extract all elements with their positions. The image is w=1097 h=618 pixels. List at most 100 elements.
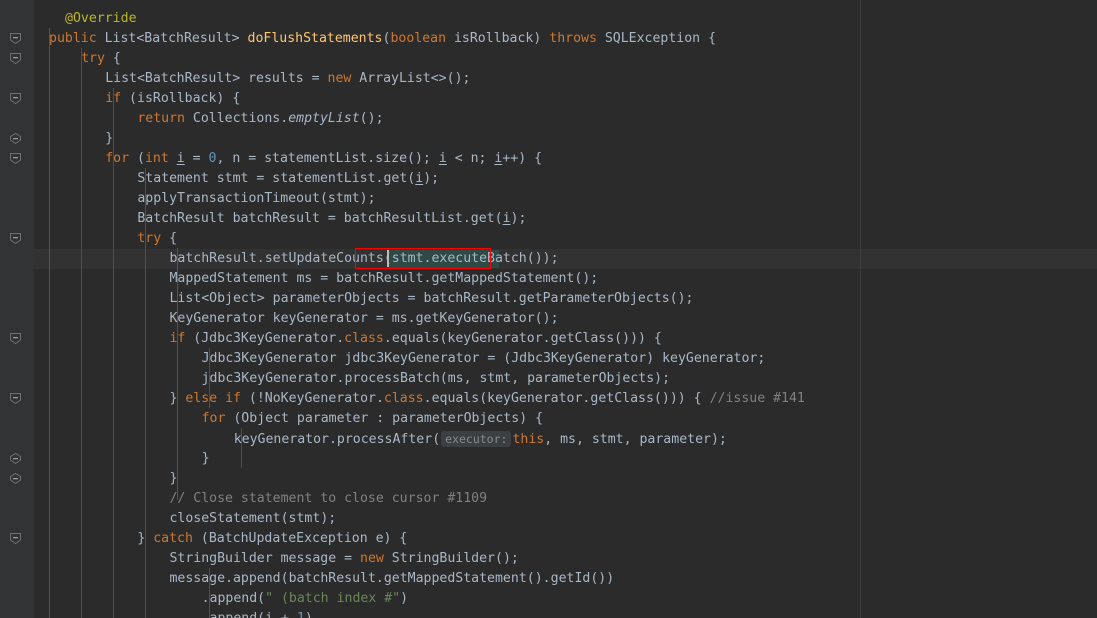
code-token: (: [280, 511, 289, 526]
code-token: ): [519, 411, 528, 426]
code-token: (: [359, 111, 368, 126]
code-line[interactable]: if (Jdbc3KeyGenerator.class.equals(keyGe…: [169, 329, 661, 349]
code-line[interactable]: keyGenerator.processAfter(executor: this,…: [234, 429, 727, 449]
code-token: (: [494, 551, 503, 566]
code-token: ): [414, 151, 423, 166]
code-token: {: [169, 231, 178, 246]
code-token: for: [105, 151, 130, 166]
code-token: Statement stmt = statementList.: [137, 171, 384, 186]
code-token: (: [494, 211, 503, 226]
code-token: getMappedStatement: [431, 271, 575, 286]
code-line[interactable]: try {: [137, 229, 177, 249]
code-line[interactable]: if (isRollback) {: [105, 89, 240, 109]
code-token: public: [49, 31, 97, 46]
code-token: new: [327, 71, 352, 86]
code-token: (: [248, 391, 257, 406]
code-token: size: [375, 151, 408, 166]
code-line[interactable]: }: [202, 449, 210, 469]
code-line[interactable]: MappedStatement ms = batchResult.getMapp…: [169, 269, 598, 289]
code-token: .: [201, 591, 210, 606]
code-line[interactable]: List<BatchResult> results = new ArrayLis…: [105, 69, 470, 89]
code-token: ): [669, 391, 678, 406]
code-token: Collections.: [184, 111, 289, 126]
code-line[interactable]: for (int i = 0, n = statementList.size()…: [105, 149, 542, 169]
code-token: List<Object> parameterObjects = batchRes…: [169, 291, 519, 306]
code-token: get: [470, 211, 495, 226]
code-line[interactable]: StringBuilder message = new StringBuilde…: [169, 549, 518, 569]
code-line[interactable]: .append(" (batch index #"): [202, 589, 408, 609]
code-token: (: [526, 251, 535, 266]
code-line[interactable]: Statement stmt = statementList.get(i);: [137, 169, 439, 189]
code-token: ): [630, 331, 639, 346]
code-token: List<BatchResult>: [96, 31, 248, 46]
code-token: i: [176, 151, 185, 166]
code-token: ;: [367, 191, 376, 206]
code-token: ): [534, 251, 543, 266]
code-token: (: [653, 391, 662, 406]
code-token: new: [360, 551, 384, 566]
code-line[interactable]: try {: [81, 49, 121, 69]
code-token: class: [344, 331, 384, 346]
code-token: ): [677, 391, 686, 406]
code-token: StringBuilder message =: [169, 551, 360, 566]
code-line[interactable]: public List<BatchResult> doFlushStatemen…: [49, 29, 716, 49]
code-line[interactable]: KeyGenerator keyGenerator = ms.getKeyGen…: [169, 309, 558, 329]
code-token: ;: [422, 151, 439, 166]
code-token: isRollback: [137, 91, 217, 106]
code-token: ;: [518, 211, 527, 226]
code-token: , n = statementList.: [216, 151, 376, 166]
code-token: SQLException: [596, 31, 709, 46]
code-token: stmt: [327, 191, 360, 206]
code-text-layer[interactable]: @Override public List<BatchResult> doFlus…: [0, 0, 1097, 618]
code-token: ): [359, 191, 368, 206]
code-token: ;: [590, 271, 599, 286]
code-token: StringBuilder: [383, 551, 495, 566]
code-line[interactable]: List<Object> parameterObjects = batchRes…: [169, 289, 693, 309]
code-token: Jdbc3KeyGenerator.: [201, 331, 345, 346]
code-line[interactable]: .append(i + 1): [202, 609, 313, 618]
code-token: int: [144, 151, 169, 166]
code-line[interactable]: message.append(batchResult.getMappedStat…: [169, 569, 614, 589]
code-token: }: [169, 471, 178, 486]
code-line[interactable]: return Collections.emptyList();: [137, 109, 383, 129]
code-token: equals: [391, 331, 440, 346]
code-token: ): [534, 571, 543, 586]
code-token: (: [534, 311, 543, 326]
code-token: ArrayList<>: [351, 71, 447, 86]
code-token: getId: [550, 571, 591, 586]
code-token: (: [280, 571, 289, 586]
code-token: batchResult.: [288, 571, 384, 586]
code-token: getKeyGenerator: [415, 311, 535, 326]
code-token: ): [542, 251, 551, 266]
code-token: get: [383, 171, 408, 186]
code-line[interactable]: Jdbc3KeyGenerator jdbc3KeyGenerator = (J…: [202, 349, 766, 369]
code-line[interactable]: batchResult.setUpdateCounts (stmt.execute…: [169, 249, 558, 269]
code-line[interactable]: }: [105, 129, 113, 149]
code-line[interactable]: applyTransactionTimeout(stmt);: [137, 189, 375, 209]
code-line[interactable]: BatchResult batchResult = batchResultLis…: [137, 209, 526, 229]
code-token: (: [257, 611, 265, 618]
code-token: ): [518, 151, 527, 166]
code-token: if: [225, 391, 241, 406]
code-line[interactable]: } else if (!NoKeyGenerator.class.equals(…: [169, 389, 804, 409]
code-line[interactable]: for (Object parameter : parameterObjects…: [202, 409, 543, 429]
code-line[interactable]: @Override: [65, 9, 136, 29]
code-token: ;: [462, 71, 471, 86]
code-token: ): [661, 391, 670, 406]
code-token: (: [439, 371, 448, 386]
code-token: {: [534, 151, 543, 166]
code-line[interactable]: }: [169, 469, 177, 489]
code-token: KeyGenerator keyGenerator = ms.: [169, 311, 416, 326]
code-token: append: [209, 591, 258, 606]
code-token: }: [105, 131, 114, 146]
code-token: ;: [328, 511, 337, 526]
code-token: {: [535, 411, 544, 426]
code-token: .: [542, 571, 551, 586]
code-editor[interactable]: @Override public List<BatchResult> doFlus…: [0, 0, 1097, 618]
code-token: +: [273, 611, 297, 618]
code-token: Jdbc3KeyGenerator: [511, 351, 647, 366]
code-line[interactable]: } catch (BatchUpdateException e) {: [137, 529, 407, 549]
code-line[interactable]: jdbc3KeyGenerator.processBatch(ms, stmt,…: [202, 369, 671, 389]
code-line[interactable]: // Close statement to close cursor #1109: [169, 489, 487, 509]
code-line[interactable]: closeStatement(stmt);: [169, 509, 336, 529]
